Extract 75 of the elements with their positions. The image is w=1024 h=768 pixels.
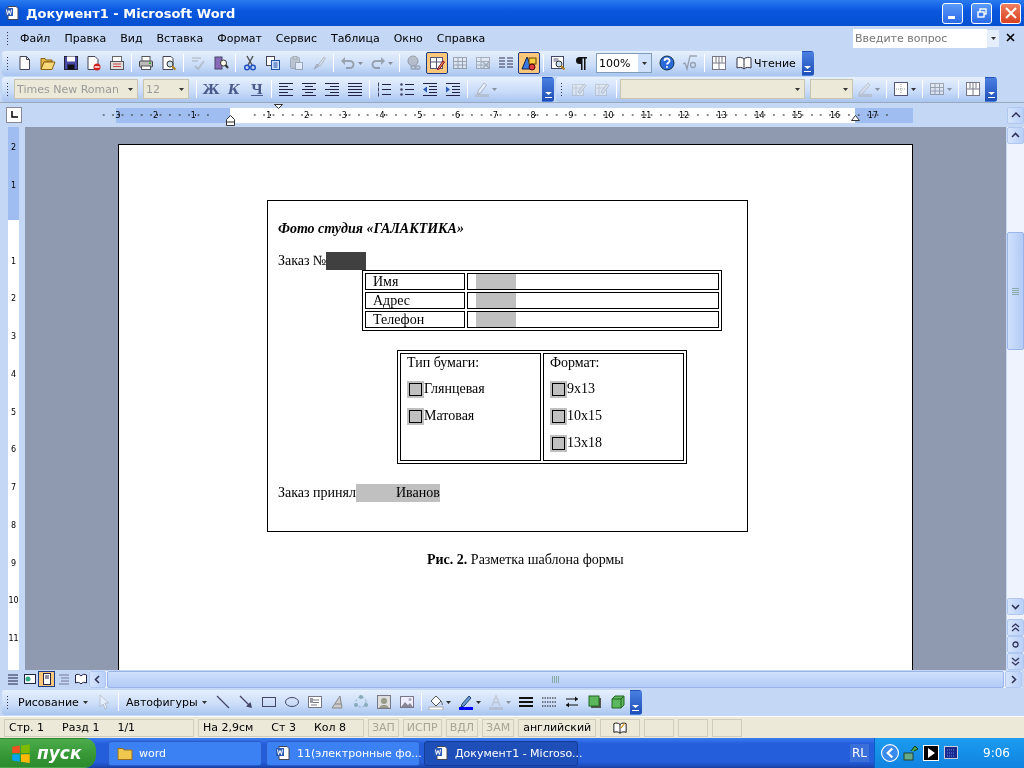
menu-item[interactable]: Вставка [149,28,211,48]
checkbox-label: 13x18 [567,435,602,451]
checkbox-label: Матовая [424,408,475,424]
table-cell: Имя [365,273,465,290]
status-text: Стр. 1 [9,721,46,734]
ruler-number: 2 [10,142,17,155]
ruler-number: 2 [304,110,310,120]
ruler-number: 9 [10,557,17,570]
menu-item[interactable]: Окно [386,28,430,48]
ruler-number: 15 [792,110,803,120]
ruler-number: 3 [10,331,17,344]
table-cell: Телефон [365,311,465,328]
ruler-number: 11 [8,633,19,646]
group-title: Формат: [550,355,601,371]
status-text: 1/1 [117,721,137,734]
ruler-number: 6 [455,110,461,120]
ruler-number: 9 [568,110,574,120]
window-title: Документ1 - Microsoft Word [26,5,237,21]
ruler-number: 4 [10,368,17,381]
ruler-number: 10 [603,110,614,120]
status-text: На 2,9см [203,721,255,734]
ruler-number: 12 [679,110,690,120]
checkbox-label: Глянцевая [424,381,485,397]
order-label: Заказ № [278,253,327,269]
checkbox-label: 10x15 [567,408,602,424]
ruler-number: 1 [10,180,17,193]
ruler-number: 7 [492,110,498,120]
start-button[interactable]: пуск [0,738,96,768]
menu-item[interactable]: Формат [210,28,269,48]
drawing-menu-button[interactable]: Рисование [14,691,92,713]
ruler-number: 13 [716,110,727,120]
menu-item[interactable]: Правка [57,28,114,48]
reading-mode-button[interactable]: Чтение [731,52,801,74]
ruler-number: 17 [867,110,878,120]
autoshapes-menu-button[interactable]: Автофигуры [121,691,211,713]
form-heading: Фото студия «ГАЛАКТИКА» [278,221,465,237]
ruler-number: 7 [10,482,17,495]
menu-item[interactable]: Сервис [268,28,324,48]
menu-item[interactable]: Вид [113,28,150,48]
clock: 9:06 [983,746,1010,760]
ruler-number: 1 [190,110,196,120]
group-title: Тип бумаги: [407,355,481,371]
taskbar-button[interactable]: word [108,740,262,766]
ruler-number: 1 [266,110,272,120]
ruler-number: 14 [754,110,765,120]
ruler-number: 1 [10,255,17,268]
menu-item[interactable]: Таблица [323,28,387,48]
ruler-number: 3 [115,110,121,120]
ruler-number: 2 [10,293,17,306]
ruler-number: 16 [830,110,841,120]
zoom-dropdown[interactable]: 100% [596,53,652,73]
text-form-field[interactable]: Иванов [355,484,440,502]
table-cell: Адрес [365,292,465,309]
language-indicator[interactable]: RL [850,744,870,762]
status-text: Кол 8 [313,721,348,734]
language-indicator[interactable]: английский [518,718,597,737]
help-search-field[interactable]: Введите вопрос [853,28,987,48]
menu-item[interactable]: Файл [13,28,58,48]
checkbox-label: 9x13 [567,381,595,397]
ruler-number: 8 [530,110,536,120]
taskbar-button[interactable]: 11(электронные фо... [266,740,420,766]
ruler-number: 11 [641,110,652,120]
ruler-number: 6 [10,444,17,457]
ruler-number: 3 [341,110,347,120]
figure-caption: Рис. 2. Разметка шаблона формы [427,552,625,568]
ruler-number: 5 [417,110,423,120]
status-text: Разд 1 [62,721,101,734]
status-text: Ст 3 [271,721,297,734]
ruler-number: 10 [8,595,19,608]
ruler-number: 4 [379,110,385,120]
ruler-number: 5 [10,406,17,419]
ruler-number: 2 [153,110,159,120]
menu-item[interactable]: Справка [429,28,493,48]
accepted-label: Заказ принял [278,485,356,501]
ruler-number: 8 [10,519,17,532]
